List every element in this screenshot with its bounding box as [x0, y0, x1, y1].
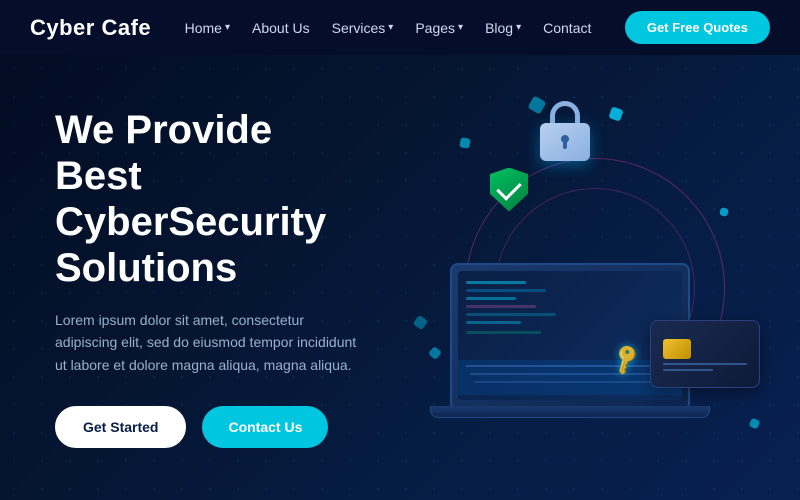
float-square-4 [719, 207, 729, 217]
get-started-button[interactable]: Get Started [55, 406, 186, 448]
hero-illustration: 🔑 [410, 88, 780, 468]
padlock-keyhole [561, 135, 569, 143]
nav-item-services[interactable]: Services ▾ [332, 20, 394, 36]
code-line [466, 305, 536, 308]
card-line [663, 369, 713, 371]
shield-icon [490, 168, 528, 212]
get-free-quotes-button[interactable]: Get Free Quotes [625, 11, 770, 44]
float-square-3 [527, 95, 546, 114]
shield-shape [490, 168, 528, 212]
nav-pages-label: Pages [415, 20, 455, 36]
hero-description: Lorem ipsum dolor sit amet, consectetur … [55, 309, 365, 376]
nav-about-label: About Us [252, 20, 310, 36]
laptop-screen-content [458, 271, 682, 400]
code-line [466, 281, 526, 284]
float-square-2 [459, 137, 471, 149]
padlock-icon [540, 123, 590, 161]
card-lines [663, 363, 747, 375]
nav-item-home[interactable]: Home ▾ [185, 20, 230, 36]
card-line [663, 363, 747, 365]
shield-checkmark [496, 175, 521, 200]
hero-buttons: Get Started Contact Us [55, 406, 365, 448]
nav-links: Home ▾ About Us Services ▾ Pages ▾ Blog [185, 20, 592, 36]
hero-title: We Provide Best CyberSecurity Solutions [55, 107, 365, 291]
navbar: Cyber Cafe Home ▾ About Us Services ▾ Pa… [0, 0, 800, 55]
credit-card [650, 320, 760, 388]
nav-item-pages[interactable]: Pages ▾ [415, 20, 463, 36]
code-line [466, 331, 541, 334]
hero-section: We Provide Best CyberSecurity Solutions … [0, 55, 800, 500]
nav-contact-label: Contact [543, 20, 591, 36]
nav-item-about[interactable]: About Us [252, 20, 310, 36]
float-square-7 [413, 314, 428, 329]
brand-logo[interactable]: Cyber Cafe [30, 15, 151, 41]
code-line [466, 289, 546, 292]
chevron-down-icon: ▾ [516, 22, 521, 33]
nav-item-contact[interactable]: Contact [543, 20, 591, 36]
chevron-down-icon: ▾ [388, 22, 393, 33]
contact-us-button[interactable]: Contact Us [202, 406, 328, 448]
hero-content: We Provide Best CyberSecurity Solutions … [0, 107, 420, 448]
code-line [466, 313, 556, 316]
code-line [466, 321, 521, 324]
float-square-6 [749, 417, 761, 429]
float-square-1 [608, 106, 623, 121]
chevron-down-icon: ▾ [458, 22, 463, 33]
nav-home-label: Home [185, 20, 222, 36]
nav-blog-label: Blog [485, 20, 513, 36]
nav-services-label: Services [332, 20, 386, 36]
laptop-base [430, 406, 710, 418]
chevron-down-icon: ▾ [225, 22, 230, 33]
padlock-body [540, 123, 590, 161]
nav-item-blog[interactable]: Blog ▾ [485, 20, 521, 36]
float-square-5 [428, 345, 442, 359]
card-chip-strip [663, 339, 691, 359]
code-line [466, 297, 516, 300]
padlock-shackle [550, 101, 580, 125]
